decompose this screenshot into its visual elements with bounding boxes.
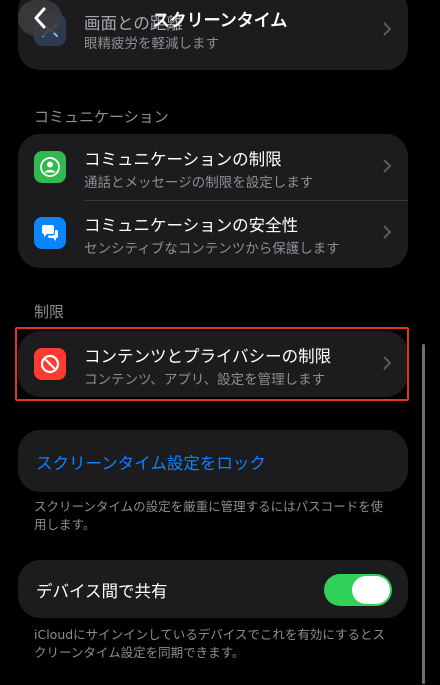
no-entry-icon (34, 348, 66, 380)
share-card: デバイス間で共有 (18, 560, 408, 618)
chat-bubble-icon (34, 217, 66, 249)
communication-safety-row[interactable]: コミュニケーションの安全性 センシティブなコンテンツから保護します (18, 201, 408, 265)
navigation-bar: スクリーンタイム (0, 0, 440, 40)
communication-safety-subtitle: センシティブなコンテンツから保護します (84, 241, 340, 257)
content-privacy-title: コンテンツとプライバシーの制限 (84, 347, 332, 366)
lock-screen-time-label: スクリーンタイム設定をロック (36, 454, 266, 473)
share-across-devices-toggle[interactable] (324, 574, 392, 606)
restrictions-card: コンテンツとプライバシーの制限 コンテンツ、アプリ、設定を管理します (18, 331, 408, 397)
communication-card: コミュニケーションの制限 通話とメッセージの制限を設定します コミュニケーション… (18, 134, 408, 268)
communication-safety-title: コミュニケーションの安全性 (84, 216, 299, 235)
lock-screen-time-button[interactable]: スクリーンタイム設定をロック (18, 430, 408, 492)
toggle-knob (352, 576, 390, 604)
person-circle-icon (34, 151, 66, 183)
chevron-right-icon (383, 225, 391, 239)
communication-section-header: コミュニケーション (34, 108, 169, 126)
content-privacy-subtitle: コンテンツ、アプリ、設定を管理します (84, 372, 326, 388)
communication-limits-subtitle: 通話とメッセージの制限を設定します (84, 175, 314, 191)
chevron-right-icon (383, 159, 391, 173)
chevron-right-icon (383, 356, 391, 370)
content-privacy-restrictions-row[interactable]: コンテンツとプライバシーの制限 コンテンツ、アプリ、設定を管理します (18, 332, 408, 396)
lock-footer: スクリーンタイムの設定を厳重に管理するにはパスコードを使用します。 (34, 499, 384, 532)
page-title: スクリーンタイム (152, 11, 288, 31)
restrictions-section-header: 制限 (34, 303, 65, 321)
share-footer: iCloudにサインインしているデバイスでこれを有効にするとスクリーンタイム設定… (34, 627, 386, 660)
communication-limits-row[interactable]: コミュニケーションの制限 通話とメッセージの制限を設定します (18, 135, 408, 199)
communication-limits-title: コミュニケーションの制限 (84, 150, 282, 169)
scrollbar[interactable] (422, 344, 425, 684)
lock-card: スクリーンタイム設定をロック (18, 430, 408, 492)
share-across-devices-label: デバイス間で共有 (36, 582, 168, 601)
